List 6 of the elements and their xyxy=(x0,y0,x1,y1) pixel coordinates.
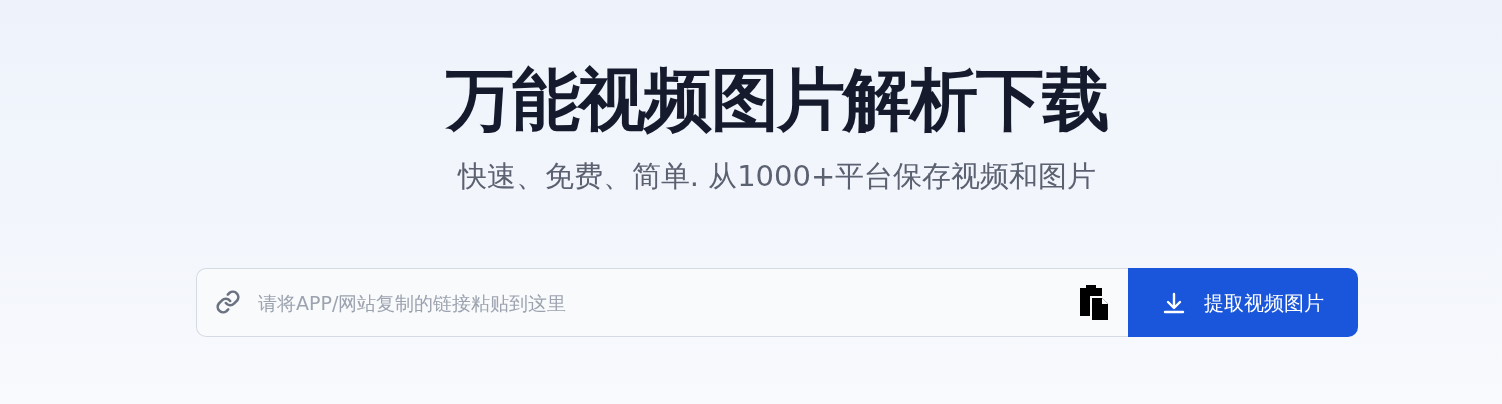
hero-subtitle: 快速、免费、简单. 从1000+平台保存视频和图片 xyxy=(457,158,1097,195)
hero-title: 万能视频图片解析下载 xyxy=(445,60,1109,140)
download-icon xyxy=(1162,290,1186,315)
extract-button[interactable]: 提取视频图片 xyxy=(1128,268,1358,337)
url-input-field[interactable]: 请将APP/网站复制的链接粘贴到这里 xyxy=(196,268,1128,337)
link-icon xyxy=(215,289,241,315)
